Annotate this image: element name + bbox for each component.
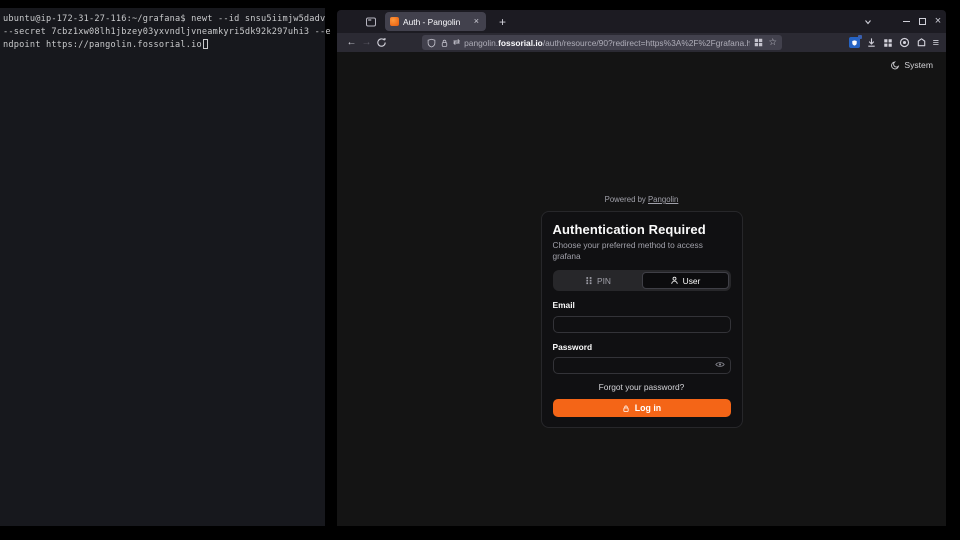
password-manager-extension-icon[interactable] xyxy=(849,37,860,48)
firefox-view-icon[interactable] xyxy=(363,14,379,30)
password-field[interactable] xyxy=(553,357,731,374)
window-minimize-button[interactable] xyxy=(898,14,914,30)
new-tab-button[interactable]: + xyxy=(495,16,510,28)
downloads-icon[interactable] xyxy=(866,37,877,48)
url-bar[interactable]: ⇄ pangolin.fossorial.io/auth/resource/90… xyxy=(422,35,782,50)
lock-icon xyxy=(622,404,630,413)
record-circle-extension-icon[interactable] xyxy=(899,37,910,48)
keypad-icon xyxy=(585,276,593,285)
pangolin-favicon xyxy=(390,17,399,26)
tab-bar: Auth - Pangolin × + × xyxy=(337,10,946,33)
terminal-line: --secret 7cbz1xw08lh1jbzey03yxvndljvneam… xyxy=(3,26,322,39)
card-subtitle: Choose your preferred method to access g… xyxy=(553,240,731,262)
forgot-password-link[interactable]: Forgot your password? xyxy=(553,382,731,392)
password-label: Password xyxy=(553,342,731,353)
email-field[interactable] xyxy=(553,316,731,333)
auth-card: Authentication Required Choose your pref… xyxy=(541,211,743,428)
switch-arrows-icon[interactable]: ⇄ xyxy=(453,38,460,47)
back-button[interactable]: ← xyxy=(344,35,359,50)
theme-toggle[interactable]: System xyxy=(891,60,933,70)
auth-page: System Powered by Pangolin Authenticatio… xyxy=(337,52,946,526)
extensions-icon[interactable] xyxy=(916,37,927,48)
tab-user-label: User xyxy=(683,276,701,286)
tab-user[interactable]: User xyxy=(642,272,729,289)
grid-icon[interactable] xyxy=(754,38,763,47)
url-text: pangolin.fossorial.io/auth/resource/90?r… xyxy=(464,38,750,48)
terminal-cursor xyxy=(203,39,208,49)
theme-toggle-label: System xyxy=(904,60,933,70)
tab-pin-label: PIN xyxy=(597,276,611,286)
forward-button[interactable]: → xyxy=(359,35,374,50)
tab-pin[interactable]: PIN xyxy=(555,272,642,289)
show-password-button[interactable] xyxy=(715,360,725,369)
auth-method-tabs: PIN User xyxy=(553,270,731,291)
apps-grid-icon[interactable] xyxy=(883,38,893,48)
card-title: Authentication Required xyxy=(553,222,731,238)
reload-button[interactable] xyxy=(374,35,389,50)
tab-close-icon[interactable]: × xyxy=(472,16,481,27)
lock-icon[interactable] xyxy=(440,38,449,48)
powered-by: Powered by Pangolin xyxy=(541,195,743,204)
bookmark-star-icon[interactable]: ☆ xyxy=(768,38,777,48)
tab-title: Auth - Pangolin xyxy=(403,17,468,27)
list-tabs-chevron-icon[interactable] xyxy=(860,14,876,30)
terminal-window[interactable]: ubuntu@ip-172-31-27-116:~/grafana$ newt … xyxy=(0,8,325,526)
toolbar-right-icons: ≡ xyxy=(849,37,939,49)
menu-hamburger-icon[interactable]: ≡ xyxy=(933,37,939,49)
navigation-toolbar: ← → ⇄ pangolin.fossorial.io/auth/resourc… xyxy=(337,33,946,52)
login-button[interactable]: Log in xyxy=(553,399,731,417)
window-close-button[interactable]: × xyxy=(930,14,946,30)
email-label: Email xyxy=(553,300,731,311)
window-maximize-button[interactable] xyxy=(914,14,930,30)
tracking-protection-shield-icon[interactable] xyxy=(427,38,436,48)
browser-window: Auth - Pangolin × + × ← → ⇄ pangolin.fos… xyxy=(337,10,946,526)
terminal-line: ubuntu@ip-172-31-27-116:~/grafana$ newt … xyxy=(3,13,322,26)
user-icon xyxy=(670,276,679,285)
pangolin-link[interactable]: Pangolin xyxy=(648,195,678,204)
terminal-line: ndpoint https://pangolin.fossorial.io xyxy=(3,39,322,52)
browser-tab[interactable]: Auth - Pangolin × xyxy=(385,12,486,31)
moon-icon xyxy=(891,61,900,70)
login-button-label: Log in xyxy=(635,403,661,413)
eye-icon xyxy=(715,360,725,369)
